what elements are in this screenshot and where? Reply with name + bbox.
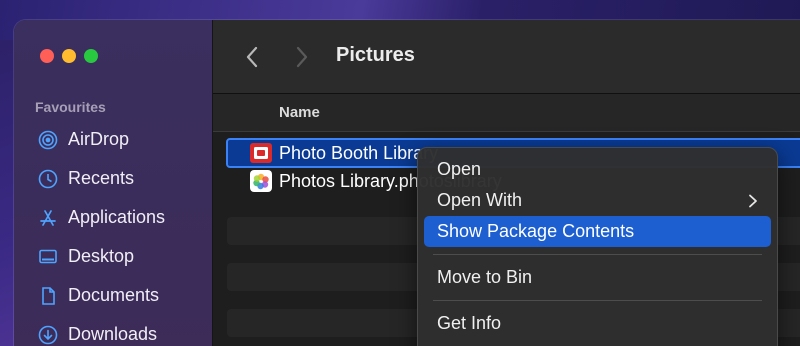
applications-icon [37, 207, 59, 229]
sidebar-item-recents[interactable]: Recents [14, 159, 213, 198]
menu-separator [433, 300, 762, 301]
menu-item-open[interactable]: Open [424, 154, 771, 185]
column-header: Name [213, 94, 800, 132]
toolbar: Pictures [213, 20, 800, 94]
minimize-button[interactable] [62, 49, 76, 63]
sidebar-item-label: Desktop [68, 246, 135, 266]
menu-item-label: Get Info [437, 313, 502, 333]
close-button[interactable] [40, 49, 54, 63]
clock-icon [37, 168, 59, 190]
menu-item-label: Show Package Contents [437, 221, 635, 241]
menu-item-label: Open [437, 159, 482, 179]
menu-item-label: Move to Bin [437, 267, 533, 287]
sidebar-item-label: AirDrop [68, 129, 130, 149]
sidebar-section-title: Favourites [35, 99, 106, 115]
sidebar-item-documents[interactable]: Documents [14, 276, 213, 315]
window-title: Pictures [336, 44, 415, 66]
forward-button[interactable] [291, 44, 311, 70]
zoom-button[interactable] [84, 49, 98, 63]
context-menu: Open Open With Show Package Contents Mov… [417, 147, 778, 346]
sidebar-item-label: Recents [68, 168, 135, 188]
sidebar-item-label: Documents [68, 285, 160, 305]
window-controls [40, 49, 98, 63]
menu-separator [433, 254, 762, 255]
sidebar-item-downloads[interactable]: Downloads [14, 315, 213, 346]
sidebar: Favourites AirDrop Recents Applications … [14, 20, 213, 346]
file-name: Photo Booth Library [279, 142, 439, 163]
sidebar-item-applications[interactable]: Applications [14, 198, 213, 237]
sidebar-item-label: Downloads [68, 324, 158, 344]
document-icon [37, 285, 59, 307]
sidebar-list: AirDrop Recents Applications Desktop Doc… [14, 120, 213, 346]
chevron-right-icon [749, 194, 757, 207]
menu-item-label: Open With [437, 190, 523, 210]
menu-item-get-info[interactable]: Get Info [424, 308, 771, 339]
sidebar-item-desktop[interactable]: Desktop [14, 237, 213, 276]
desktop-icon [37, 246, 59, 268]
menu-item-move-to-bin[interactable]: Move to Bin [424, 262, 771, 293]
airdrop-icon [37, 129, 59, 151]
menu-item-open-with[interactable]: Open With [424, 185, 771, 216]
menu-item-show-package-contents[interactable]: Show Package Contents [424, 216, 771, 247]
back-button[interactable] [243, 44, 263, 70]
photos-icon [249, 170, 273, 192]
column-header-name[interactable]: Name [279, 104, 320, 121]
download-icon [37, 324, 59, 346]
chevron-left-icon [246, 46, 258, 68]
sidebar-item-label: Applications [68, 207, 166, 227]
photo-booth-icon [249, 142, 273, 164]
chevron-right-icon [296, 46, 308, 68]
sidebar-item-airdrop[interactable]: AirDrop [14, 120, 213, 159]
